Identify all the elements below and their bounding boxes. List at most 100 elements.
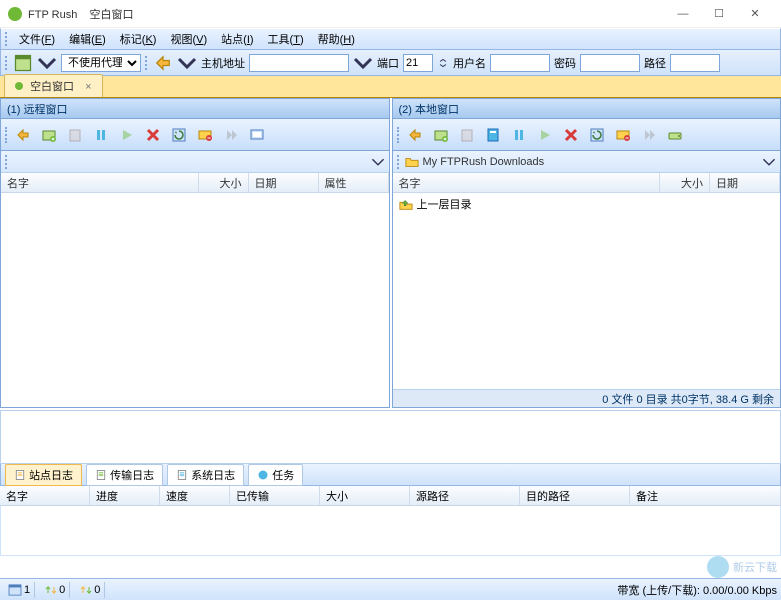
- list-item[interactable]: 上一层目录: [399, 195, 775, 213]
- remote-paste-button[interactable]: [63, 123, 87, 147]
- local-file-list[interactable]: 上一层目录: [393, 193, 781, 389]
- minimize-button[interactable]: —: [665, 2, 701, 26]
- new-window-icon[interactable]: [13, 53, 33, 73]
- remote-path-dropdown-icon[interactable]: [371, 155, 385, 169]
- menu-edit[interactable]: 编辑(E): [63, 29, 112, 49]
- host-input[interactable]: [249, 54, 349, 72]
- local-pause-button[interactable]: [507, 123, 531, 147]
- path-input[interactable]: [670, 54, 720, 72]
- remote-file-header: 名字 大小 日期 属性: [1, 173, 389, 193]
- remote-pause-button[interactable]: [89, 123, 113, 147]
- local-drive-button[interactable]: [663, 123, 687, 147]
- local-col-size[interactable]: 大小: [660, 173, 710, 192]
- watermark: 新云下载: [707, 556, 777, 578]
- addrbar-grip[interactable]: [5, 56, 9, 70]
- host-history-icon[interactable]: [353, 53, 373, 73]
- remote-file-list[interactable]: [1, 193, 389, 407]
- session-tabstrip: 空白窗口 ×: [0, 76, 781, 98]
- remote-col-size[interactable]: 大小: [199, 173, 249, 192]
- connect-dropdown-icon[interactable]: [177, 53, 197, 73]
- menu-mark[interactable]: 标记(K): [114, 29, 163, 49]
- remote-path-input[interactable]: [13, 156, 367, 168]
- local-forward-button[interactable]: [637, 123, 661, 147]
- remote-col-attr[interactable]: 属性: [319, 173, 389, 192]
- maximize-button[interactable]: ☐: [701, 2, 737, 26]
- local-toolbar-grip[interactable]: [397, 127, 401, 143]
- local-book-button[interactable]: [481, 123, 505, 147]
- local-queue-button[interactable]: [429, 123, 453, 147]
- local-col-date[interactable]: 日期: [710, 173, 780, 192]
- remote-transfer-button[interactable]: [11, 123, 35, 147]
- proxy-select[interactable]: 不使用代理: [61, 54, 141, 72]
- watermark-text: 新云下载: [733, 559, 777, 575]
- remote-col-date[interactable]: 日期: [249, 173, 319, 192]
- path-label: 路径: [644, 55, 666, 71]
- windows-icon: [8, 584, 22, 596]
- queue-col-name[interactable]: 名字: [0, 486, 90, 505]
- remote-queue-button[interactable]: [37, 123, 61, 147]
- remote-toolbar: [1, 119, 389, 151]
- remote-delete-button[interactable]: [141, 123, 165, 147]
- menu-tools[interactable]: 工具(T): [262, 29, 310, 49]
- local-path-grip[interactable]: [397, 155, 401, 169]
- list-item-name: 上一层目录: [417, 196, 472, 212]
- pass-label: 密码: [554, 55, 576, 71]
- menubar-grip[interactable]: [5, 32, 9, 46]
- queue-col-size[interactable]: 大小: [320, 486, 410, 505]
- tab-xferlog[interactable]: 传输日志: [86, 464, 163, 486]
- local-path-bar: [393, 151, 781, 173]
- remote-forward-button[interactable]: [219, 123, 243, 147]
- local-play-button[interactable]: [533, 123, 557, 147]
- connection-bar: 不使用代理 主机地址 端口 用户名 密码 路径: [0, 50, 781, 76]
- session-tab-label: 空白窗口: [30, 81, 74, 93]
- connect-icon[interactable]: [153, 53, 173, 73]
- menu-site[interactable]: 站点(I): [215, 29, 259, 49]
- tab-tasks[interactable]: 任务: [248, 464, 303, 486]
- remote-stop-button[interactable]: [193, 123, 217, 147]
- status-bandwidth: 带宽 (上传/下载): 0.00/0.00 Kbps: [617, 582, 777, 598]
- menu-file[interactable]: 文件(F): [13, 29, 61, 49]
- up-folder-icon: [399, 197, 413, 211]
- local-path-input[interactable]: [423, 156, 759, 168]
- queue-col-xferred[interactable]: 已传输: [230, 486, 320, 505]
- queue-col-dst[interactable]: 目的路径: [520, 486, 630, 505]
- remote-toolbar-grip[interactable]: [5, 127, 9, 143]
- local-status: 0 文件 0 目录 共0字节, 38.4 G 剩余: [393, 389, 781, 407]
- session-tab-close-icon[interactable]: ×: [85, 81, 91, 93]
- local-col-name[interactable]: 名字: [393, 173, 661, 192]
- port-spinner[interactable]: [437, 53, 449, 73]
- port-input[interactable]: [403, 54, 433, 72]
- remote-terminal-button[interactable]: [245, 123, 269, 147]
- queue-col-src[interactable]: 源路径: [410, 486, 520, 505]
- queue-col-progress[interactable]: 进度: [90, 486, 160, 505]
- remote-path-grip[interactable]: [5, 155, 9, 169]
- user-input[interactable]: [490, 54, 550, 72]
- local-refresh-button[interactable]: [585, 123, 609, 147]
- menu-view[interactable]: 视图(V): [164, 29, 213, 49]
- queue-col-speed[interactable]: 速度: [160, 486, 230, 505]
- watermark-icon: [707, 556, 729, 578]
- tab-syslog[interactable]: 系统日志: [167, 464, 244, 486]
- queue-list[interactable]: [0, 506, 781, 556]
- log-area[interactable]: [0, 410, 781, 464]
- status-windows: 1: [4, 582, 35, 598]
- local-transfer-button[interactable]: [403, 123, 427, 147]
- queue-col-remark[interactable]: 备注: [630, 486, 781, 505]
- addrbar-grip-2[interactable]: [145, 56, 149, 70]
- remote-col-name[interactable]: 名字: [1, 173, 199, 192]
- close-button[interactable]: ✕: [737, 2, 773, 26]
- remote-refresh-button[interactable]: [167, 123, 191, 147]
- task-icon: [257, 469, 269, 481]
- menu-help[interactable]: 帮助(H): [312, 29, 361, 49]
- local-paste-button[interactable]: [455, 123, 479, 147]
- local-stop-button[interactable]: [611, 123, 635, 147]
- local-path-dropdown-icon[interactable]: [762, 155, 776, 169]
- dropdown-icon[interactable]: [37, 53, 57, 73]
- local-delete-button[interactable]: [559, 123, 583, 147]
- pass-input[interactable]: [580, 54, 640, 72]
- session-tab[interactable]: 空白窗口 ×: [4, 74, 103, 97]
- status-up: 0: [41, 582, 70, 598]
- tab-sitelog[interactable]: 站点日志: [5, 464, 82, 486]
- window-name: 空白窗口: [90, 9, 134, 21]
- remote-play-button[interactable]: [115, 123, 139, 147]
